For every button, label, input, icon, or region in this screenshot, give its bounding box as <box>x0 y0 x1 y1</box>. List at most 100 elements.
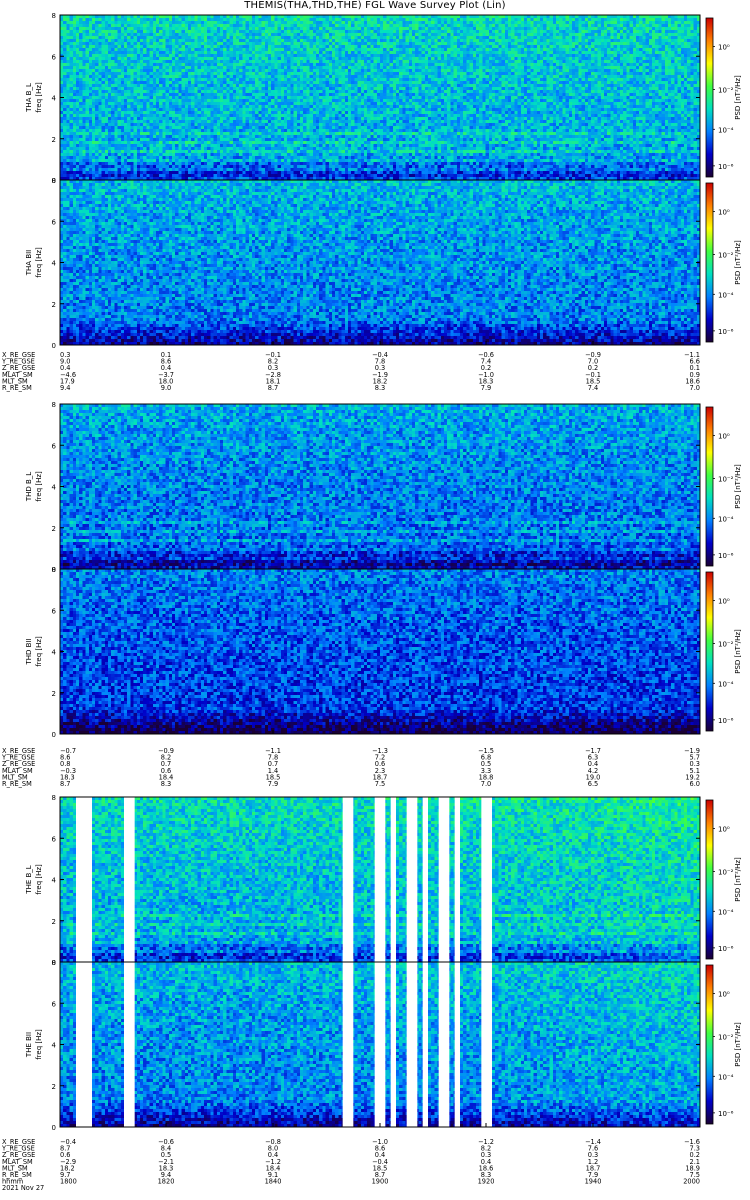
colorbar-tick-label: 10⁻² <box>718 87 734 95</box>
colorbar-tick-label: 10⁰ <box>718 433 730 441</box>
plot-date: 2021 Nov 27 <box>2 1184 44 1192</box>
data-gap <box>374 962 386 1127</box>
colorbar-tick-label: 10⁰ <box>718 826 730 834</box>
y-axis-label: THD B_L freq [Hz] <box>25 471 43 502</box>
y-axis-label: THD BII freq [Hz] <box>25 636 43 667</box>
data-gap <box>438 962 450 1127</box>
ephemeris-value: 1840 <box>265 1178 282 1186</box>
colorbar-label: PSD [nT²/Hz] <box>734 75 742 120</box>
data-gap <box>422 962 428 1127</box>
wave-survey-plot: 0 2 4 6 8 THA B_L freq [Hz] 10⁰ 10⁻² 10⁻⁴ 10⁻⁶ PSD … <box>1 12 742 1192</box>
data-gap <box>422 797 428 962</box>
spectrogram-image <box>60 404 700 569</box>
y-axis-label: THA B_L freq [Hz] <box>25 82 43 113</box>
y-tick-label: 8 <box>52 177 56 185</box>
ephemeris-value: 8.3 <box>375 384 386 392</box>
y-tick-label: 2 <box>52 690 56 698</box>
ephemeris-value: 2000 <box>683 1178 700 1186</box>
colorbar: 10⁰ 10⁻² 10⁻⁴ 10⁻⁶ PSD [nT²/Hz] <box>705 964 742 1125</box>
colorbar-tick-label: 10⁻² <box>718 641 734 649</box>
ephemeris-value: 8.3 <box>161 780 172 788</box>
spectrogram-image <box>60 180 700 345</box>
colorbar-tick-label: 10⁻⁴ <box>718 515 734 523</box>
colorbar: 10⁰ 10⁻² 10⁻⁴ 10⁻⁶ PSD [nT²/Hz] <box>705 17 742 178</box>
colorbar-tick-label: 10⁻⁶ <box>718 717 734 725</box>
ephemeris-value: 7.4 <box>588 384 599 392</box>
y-tick-label: 4 <box>52 877 57 885</box>
data-gap <box>454 962 460 1127</box>
colorbar-label: PSD [nT²/Hz] <box>734 629 742 674</box>
colorbar-tick-label: 10⁻⁴ <box>718 126 734 134</box>
colorbar-label: PSD [nT²/Hz] <box>734 240 742 285</box>
data-gap <box>124 797 135 962</box>
y-axis-label: THA BII <box>25 250 33 276</box>
y-tick-label: 6 <box>52 835 57 843</box>
y-tick-label: 6 <box>52 53 57 61</box>
y-axis-units: freq [Hz] <box>35 636 43 667</box>
y-tick-label: 6 <box>52 442 57 450</box>
y-axis-label: THE BII <box>25 1032 33 1058</box>
y-tick-label: 0 <box>52 342 56 350</box>
spectrogram-image <box>60 569 700 734</box>
ephemeris-value: 7.0 <box>481 780 492 788</box>
colorbar-tick-label: 10⁻⁶ <box>718 163 734 171</box>
colorbar-tick-label: 10⁰ <box>718 991 730 999</box>
data-gap <box>481 962 492 1127</box>
colorbar: 10⁰ 10⁻² 10⁻⁴ 10⁻⁶ PSD [nT²/Hz] <box>705 406 742 567</box>
y-tick-label: 2 <box>52 1083 56 1091</box>
ephemeris-value: 1820 <box>158 1178 175 1186</box>
colorbar-tick-label: 10⁻² <box>718 252 734 260</box>
y-tick-label: 8 <box>52 12 56 20</box>
data-gap <box>124 962 135 1127</box>
ephemeris-value: 7.5 <box>375 780 386 788</box>
y-axis-units: freq [Hz] <box>35 82 43 113</box>
y-tick-label: 4 <box>52 260 57 268</box>
ephemeris-label: R_RE_SM <box>2 780 32 788</box>
y-tick-label: 2 <box>52 918 56 926</box>
data-gap <box>438 797 450 962</box>
data-gap <box>390 797 396 962</box>
colorbar-tick-label: 10⁻⁶ <box>718 1110 734 1118</box>
data-gap <box>454 797 460 962</box>
ephemeris-table: X_RE_GSE 0.3 0.1 −0.1 −0.4 −0.6 −0.9 −1.1Y_RE_G… <box>1 351 700 392</box>
ephemeris-value: 9.4 <box>60 384 71 392</box>
colorbar-tick-label: 10⁻⁴ <box>718 908 734 916</box>
colorbar-tick-label: 10⁻⁶ <box>718 328 734 336</box>
ephemeris-value: 8.7 <box>60 780 71 788</box>
y-axis-label: THD B_L <box>25 472 33 502</box>
y-axis-label: THE B_L <box>25 865 33 894</box>
y-tick-label: 2 <box>52 136 56 144</box>
y-axis-label: THA B_L <box>25 83 33 113</box>
y-tick-label: 8 <box>52 566 56 574</box>
y-axis-units: freq [Hz] <box>35 471 43 502</box>
ephemeris-value: 1800 <box>60 1178 77 1186</box>
colorbar: 10⁰ 10⁻² 10⁻⁴ 10⁻⁶ PSD [nT²/Hz] <box>705 571 742 732</box>
y-axis-units: freq [Hz] <box>35 864 43 895</box>
ephemeris-label: R_RE_SM <box>2 384 32 392</box>
colorbar-tick-label: 10⁻² <box>718 1034 734 1042</box>
data-gap <box>406 797 418 962</box>
data-gap <box>390 962 396 1127</box>
colorbar-tick-label: 10⁻² <box>718 476 734 484</box>
y-tick-label: 2 <box>52 301 56 309</box>
y-tick-label: 8 <box>52 959 56 967</box>
y-tick-label: 0 <box>52 1124 56 1132</box>
ephemeris-table: X_RE_GSE −0.4 −0.6 −0.8 −1.0 −1.2 −1.4 −1.6Y_RE… <box>1 1138 700 1192</box>
ephemeris-value: 6.0 <box>690 780 701 788</box>
colorbar-tick-label: 10⁻⁴ <box>718 680 734 688</box>
ephemeris-value: 8.7 <box>268 384 279 392</box>
colorbar-label: PSD [nT²/Hz] <box>734 857 742 902</box>
y-tick-label: 4 <box>52 95 57 103</box>
y-tick-label: 2 <box>52 525 56 533</box>
colorbar-tick-label: 10⁰ <box>718 44 730 52</box>
y-tick-label: 6 <box>52 1000 57 1008</box>
ephemeris-value: 1900 <box>372 1178 389 1186</box>
y-axis-units: freq [Hz] <box>35 1029 43 1060</box>
colorbar-tick-label: 10⁻² <box>718 869 734 877</box>
colorbar-tick-label: 10⁻⁴ <box>718 291 734 299</box>
ephemeris-value: 6.5 <box>588 780 599 788</box>
data-gap <box>76 797 92 962</box>
colorbar: 10⁰ 10⁻² 10⁻⁴ 10⁻⁶ PSD [nT²/Hz] <box>705 799 742 960</box>
y-axis-label: THD BII <box>25 638 33 665</box>
colorbar: 10⁰ 10⁻² 10⁻⁴ 10⁻⁶ PSD [nT²/Hz] <box>705 182 742 343</box>
